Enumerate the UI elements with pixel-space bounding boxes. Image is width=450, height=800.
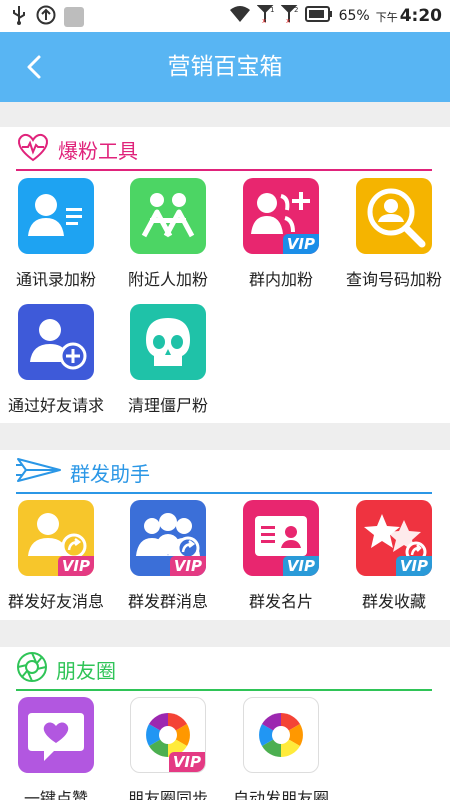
mass-send-friends-tile[interactable]: VIP 群发好友消息 [1,500,111,612]
tile-label: 自动发朋友圈 [232,789,329,800]
paper-plane-icon [16,455,62,489]
notification-icon [64,7,84,27]
signal-1-icon: 1x [256,4,275,28]
one-click-like-tile[interactable]: 一键点赞 [1,697,111,800]
add-person-icon [18,304,94,380]
clock: 下午 4:20 [375,6,442,26]
svg-text:x: x [286,17,290,24]
title-bar: 营销百宝箱 [0,32,450,102]
section-title: 爆粉工具 [58,138,138,163]
tile-label: 群内加粉 [248,270,313,289]
mass-send-card-tile[interactable]: VIP 群发名片 [226,500,336,612]
business-card-icon: VIP [243,500,319,576]
group-add-fans-tile[interactable]: VIP 群内加粉 [226,178,336,290]
svg-text:1: 1 [270,6,274,14]
contact-card-icon [18,178,94,254]
search-person-icon [356,178,432,254]
vip-badge: VIP [282,234,319,254]
heart-chat-icon [18,697,94,773]
tile-label: 附近人加粉 [127,270,208,289]
vip-badge: VIP [57,556,94,576]
moments-sync-tile[interactable]: VIP 朋友圈同步 [113,697,223,800]
section-moments: 朋友圈 一键点赞 VIP 朋友圈同步 自动发朋友圈 [0,647,450,800]
vip-badge: VIP [395,556,432,576]
nearby-people-icon [130,178,206,254]
vip-badge: VIP [282,556,319,576]
wifi-icon [229,5,251,27]
tile-label: 群发好友消息 [7,592,104,611]
divider [16,169,432,171]
svg-text:x: x [262,17,266,24]
group-add-icon: VIP [243,178,319,254]
section-title: 群发助手 [70,461,150,486]
divider [16,492,432,494]
section-title: 朋友圈 [56,658,116,683]
tile-label: 朋友圈同步 [127,789,208,800]
upload-icon [36,5,56,29]
color-aperture-icon [243,697,319,773]
tile-label: 查询号码加粉 [345,270,442,289]
usb-icon [10,5,28,29]
section-mass-send: 群发助手 VIP 群发好友消息 VIP 群发群消息 VIP 群发名片 VIP 群… [0,450,450,620]
svg-text:2: 2 [294,6,298,14]
mass-send-groups-tile[interactable]: VIP 群发群消息 [113,500,223,612]
contacts-add-fans-tile[interactable]: 通讯录加粉 [1,178,111,290]
vip-badge: VIP [168,752,205,772]
page-title: 营销百宝箱 [167,54,283,80]
nearby-add-fans-tile[interactable]: 附近人加粉 [113,178,223,290]
tile-label: 群发收藏 [361,592,426,611]
tile-label: 群发群消息 [127,592,208,611]
aperture-icon [16,651,48,687]
vip-badge: VIP [169,556,206,576]
accept-friend-request-tile[interactable]: 通过好友请求 [1,304,111,416]
tile-label: 通讯录加粉 [15,270,96,289]
tile-label: 一键点赞 [23,789,88,800]
status-bar: 1x 2x 65% 下午 4:20 [0,0,450,32]
tile-label: 清理僵尸粉 [127,396,208,415]
tile-label: 群发名片 [248,592,313,611]
clean-zombie-fans-tile[interactable]: 清理僵尸粉 [113,304,223,416]
phone-lookup-tile[interactable]: 查询号码加粉 [339,178,449,290]
color-aperture-icon: VIP [130,697,206,773]
signal-2-icon: 2x [280,4,299,28]
heart-pulse-icon [16,132,50,166]
group-share-icon: VIP [130,500,206,576]
star-share-icon: VIP [356,500,432,576]
section-fan-tools: 爆粉工具 通讯录加粉 附近人加粉 VIP 群内加粉 查询号码加粉 通过好友请求 [0,127,450,423]
battery-icon [304,6,333,26]
person-share-icon: VIP [18,500,94,576]
tile-label: 通过好友请求 [7,396,104,415]
divider [16,689,432,691]
skull-icon [130,304,206,380]
battery-percent: 65% [338,8,370,24]
auto-post-moments-tile[interactable]: 自动发朋友圈 [226,697,336,800]
mass-send-favorites-tile[interactable]: VIP 群发收藏 [339,500,449,612]
